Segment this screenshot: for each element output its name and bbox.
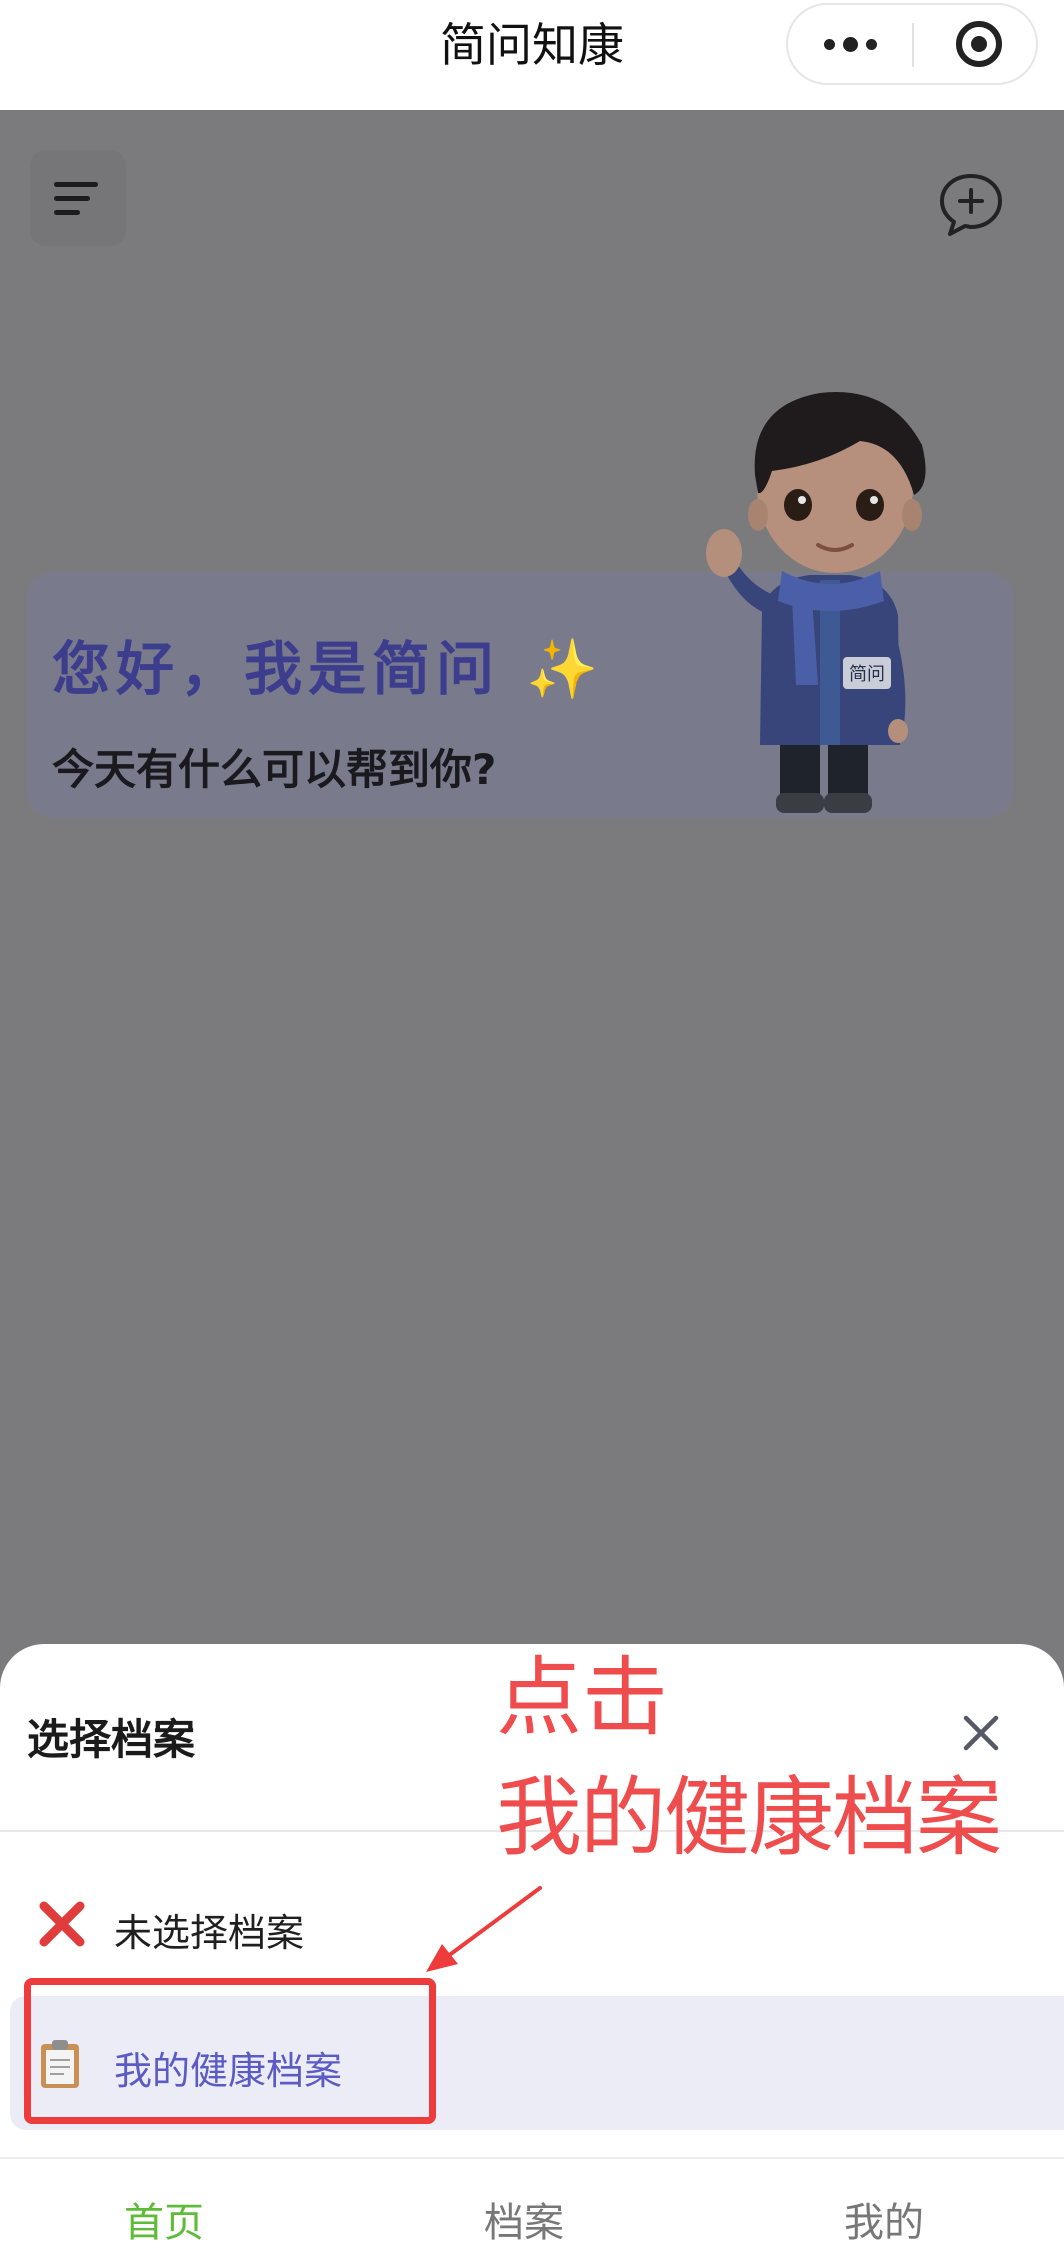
annotation-highlight-box — [24, 1978, 436, 2124]
greeting-text: 您好，我是简问 — [52, 635, 501, 703]
greeting-subtitle: 今天有什么可以帮到你? — [52, 745, 497, 794]
sheet-title: 选择档案 — [27, 1715, 196, 1764]
capsule-divider — [912, 23, 914, 67]
tab-mine[interactable]: 我的 — [784, 2190, 984, 2248]
greeting-title: 您好，我是简问 ✨ — [52, 622, 604, 706]
close-x-icon[interactable] — [958, 1710, 1004, 1756]
mascot-avatar: 简问 — [706, 392, 926, 813]
nav-bar: 简问知康 — [0, 0, 1064, 110]
mascot-badge: 简问 — [849, 664, 885, 685]
chat-plus-icon[interactable] — [936, 170, 1006, 240]
more-dots-icon[interactable] — [788, 5, 912, 83]
tab-archive[interactable]: 档案 — [424, 2190, 624, 2248]
option-no-archive[interactable]: 未选择档案 — [114, 1902, 304, 1957]
target-circle-icon[interactable] — [956, 21, 1002, 67]
red-cross-icon — [39, 1901, 85, 1947]
annotation-arrow-icon — [426, 1886, 542, 1972]
tab-home[interactable]: 首页 — [64, 2190, 264, 2248]
annotation-text-line2: 我的健康档案 — [496, 1768, 1002, 1868]
sparkle-icon: ✨ — [526, 635, 605, 703]
mini-program-capsule — [786, 3, 1038, 85]
annotation-text-line1: 点击 — [496, 1648, 668, 1748]
menu-lines-icon[interactable] — [30, 150, 126, 246]
